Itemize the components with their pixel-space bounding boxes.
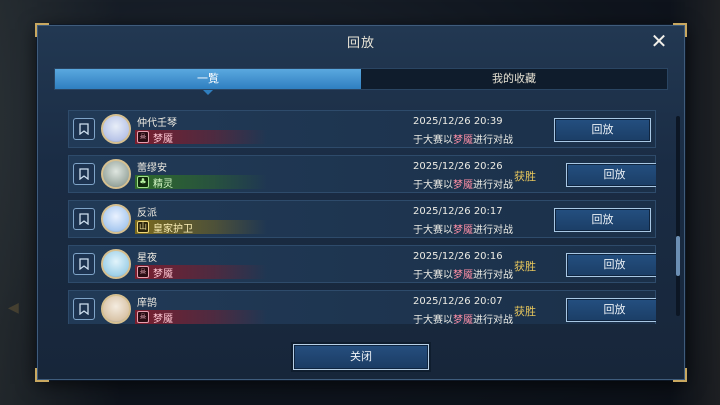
deck-badge: ☠ 梦魇	[135, 130, 267, 145]
bookmark-button[interactable]	[73, 163, 95, 185]
match-description: 于大赛以梦魇进行对战	[413, 311, 513, 324]
close-icon[interactable]: ✕	[648, 30, 670, 52]
tab-all[interactable]: 一覧	[55, 69, 361, 95]
bookmark-icon	[79, 168, 89, 180]
bookmark-icon	[79, 213, 89, 225]
bookmark-icon	[79, 258, 89, 270]
close-button[interactable]: 关闭	[293, 344, 429, 370]
avatar	[101, 114, 131, 144]
replay-list: 仲代壬琴 ☠ 梦魇 2025/12/26 20:39 于大赛以梦魇进行对战 回放…	[68, 110, 656, 324]
desc-suffix: 进行对战	[473, 180, 513, 191]
deck-badge: ♣ 精灵	[135, 175, 267, 190]
player-name: 庠鹄	[137, 298, 157, 309]
mask-icon: ☠	[137, 311, 149, 323]
bookmark-icon	[79, 123, 89, 135]
replay-button[interactable]: 回放	[566, 298, 656, 322]
desc-suffix: 进行对战	[473, 135, 513, 146]
tab-favorites[interactable]: 我的收藏	[361, 69, 667, 89]
list-item: 庠鹄 ☠ 梦魇 2025/12/26 20:07 于大赛以梦魇进行对战 获胜 回…	[68, 290, 656, 324]
leaf-icon: ♣	[137, 176, 149, 188]
deck-name: 精灵	[153, 178, 173, 190]
desc-suffix: 进行对战	[473, 315, 513, 324]
dialog-title: 回放	[346, 36, 375, 51]
player-name: 反派	[137, 208, 157, 219]
desc-deck: 梦魇	[453, 315, 473, 324]
deck-name: 梦魇	[153, 133, 173, 145]
bookmark-icon	[79, 303, 89, 315]
player-name: 仲代壬琴	[137, 118, 177, 129]
bookmark-button[interactable]	[73, 298, 95, 320]
scrollbar[interactable]	[676, 116, 680, 316]
desc-suffix: 进行对战	[473, 225, 513, 236]
desc-prefix: 于大赛以	[413, 225, 453, 236]
match-result: 获胜	[514, 260, 536, 273]
avatar	[101, 294, 131, 324]
deck-name: 梦魇	[153, 268, 173, 280]
mask-icon: ☠	[137, 266, 149, 278]
desc-deck: 梦魇	[453, 135, 473, 146]
deck-badge: ☠ 梦魇	[135, 310, 267, 324]
player-name: 星夜	[137, 253, 157, 264]
replay-button[interactable]: 回放	[566, 163, 656, 187]
scrollbar-thumb[interactable]	[676, 236, 680, 276]
mountain-icon: 山	[137, 221, 149, 233]
deck-badge: ☠ 梦魇	[135, 265, 267, 280]
player-name: 蕾缪安	[137, 163, 167, 174]
avatar	[101, 204, 131, 234]
match-description: 于大赛以梦魇进行对战	[413, 176, 513, 191]
bookmark-button[interactable]	[73, 118, 95, 140]
desc-prefix: 于大赛以	[413, 315, 453, 324]
deck-badge: 山 皇家护卫	[135, 220, 267, 235]
match-time: 2025/12/26 20:26	[413, 161, 503, 172]
list-item: 仲代壬琴 ☠ 梦魇 2025/12/26 20:39 于大赛以梦魇进行对战 回放	[68, 110, 656, 148]
bookmark-button[interactable]	[73, 208, 95, 230]
deck-name: 皇家护卫	[153, 223, 193, 235]
match-result: 获胜	[514, 305, 536, 318]
match-description: 于大赛以梦魇进行对战	[413, 131, 513, 146]
match-description: 于大赛以梦魇进行对战	[413, 221, 513, 236]
desc-deck: 梦魇	[453, 270, 473, 281]
replay-dialog: 回放 ✕ 一覧 我的收藏 仲代壬琴 ☠ 梦魇 2025/12/26 20:39 …	[35, 23, 687, 382]
desc-prefix: 于大赛以	[413, 180, 453, 191]
match-time: 2025/12/26 20:16	[413, 251, 503, 262]
deck-name: 梦魇	[153, 313, 173, 325]
list-item: 反派 山 皇家护卫 2025/12/26 20:17 于大赛以梦魇进行对战 回放	[68, 200, 656, 238]
tab-bar: 一覧 我的收藏	[54, 68, 668, 95]
match-time: 2025/12/26 20:07	[413, 296, 503, 307]
desc-deck: 梦魇	[453, 225, 473, 236]
desc-deck: 梦魇	[453, 180, 473, 191]
replay-button[interactable]: 回放	[554, 208, 651, 232]
desc-suffix: 进行对战	[473, 270, 513, 281]
match-result: 获胜	[514, 170, 536, 183]
avatar	[101, 249, 131, 279]
avatar	[101, 159, 131, 189]
mask-icon: ☠	[137, 131, 149, 143]
list-item: 星夜 ☠ 梦魇 2025/12/26 20:16 于大赛以梦魇进行对战 获胜 回…	[68, 245, 656, 283]
desc-prefix: 于大赛以	[413, 135, 453, 146]
match-time: 2025/12/26 20:39	[413, 116, 503, 127]
match-time: 2025/12/26 20:17	[413, 206, 503, 217]
corner-ornament	[35, 368, 49, 382]
replay-button[interactable]: 回放	[554, 118, 651, 142]
list-item: 蕾缪安 ♣ 精灵 2025/12/26 20:26 于大赛以梦魇进行对战 获胜 …	[68, 155, 656, 193]
corner-ornament	[673, 368, 687, 382]
desc-prefix: 于大赛以	[413, 270, 453, 281]
bookmark-button[interactable]	[73, 253, 95, 275]
match-description: 于大赛以梦魇进行对战	[413, 266, 513, 281]
replay-button[interactable]: 回放	[566, 253, 656, 277]
